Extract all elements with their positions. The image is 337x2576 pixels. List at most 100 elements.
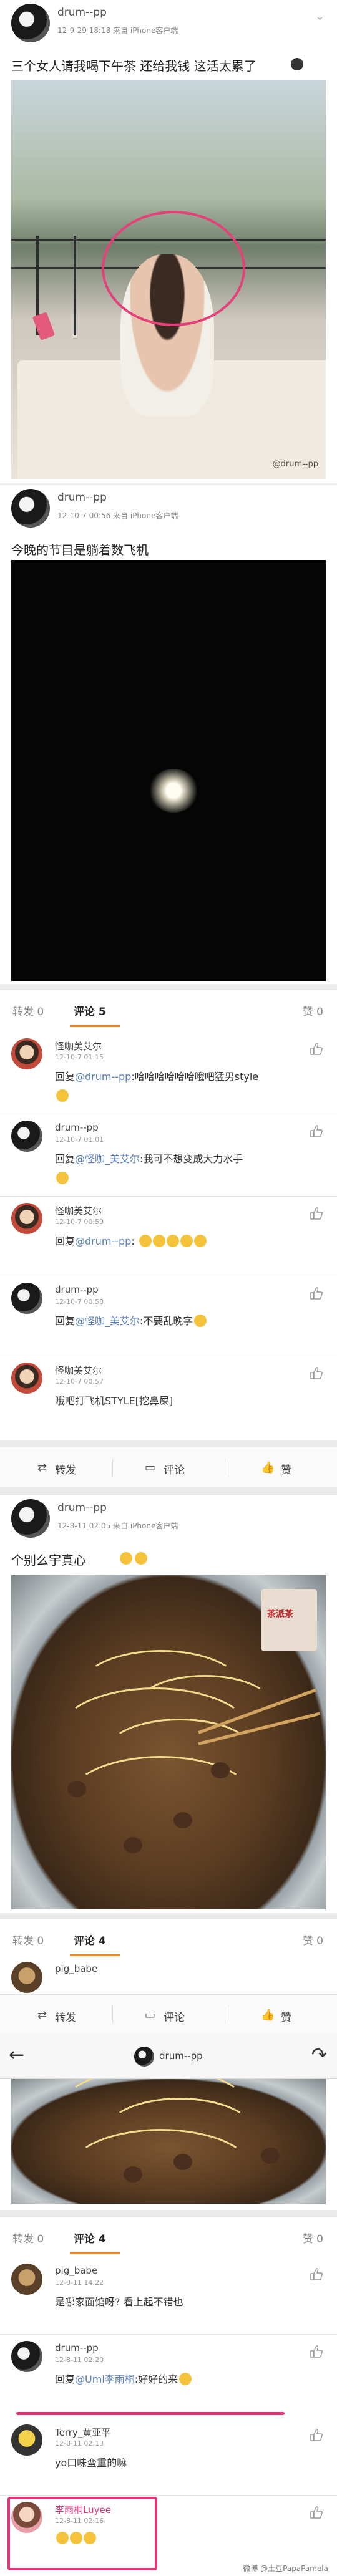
mention-link[interactable]: @怪咖_美艾尔 bbox=[75, 1153, 140, 1165]
thumb-up-icon[interactable] bbox=[310, 2506, 323, 2519]
thumb-up-icon[interactable] bbox=[310, 1207, 323, 1220]
comment-avatar[interactable] bbox=[11, 2424, 42, 2456]
tab-comment[interactable]: 评论 5 bbox=[74, 1003, 106, 1018]
comment-time: 12-10-7 01:15 bbox=[55, 1053, 104, 1061]
post-1: drum--pp 12-9-29 18:18 来自 iPhone客户端 ⌄ 三个… bbox=[0, 0, 337, 483]
post-username[interactable]: drum--pp bbox=[57, 6, 107, 19]
mention-link[interactable]: @drum--pp bbox=[75, 1071, 131, 1083]
comment-text: 回复@drum--pp:哈哈哈哈哈哈哦吧猛男style bbox=[55, 1071, 259, 1083]
comment-time: 12-8-11 02:20 bbox=[55, 2356, 104, 2364]
like-icon[interactable]: 👍 bbox=[261, 2009, 275, 2022]
thumb-up-icon[interactable] bbox=[310, 2345, 323, 2358]
comment-username[interactable]: 怪咖美艾尔 bbox=[55, 1364, 102, 1377]
tab-repost[interactable]: 转发 0 bbox=[12, 1003, 44, 1018]
mention-link[interactable]: @怪咖_美艾尔 bbox=[75, 1315, 140, 1327]
post-photo[interactable] bbox=[11, 560, 326, 981]
comment-avatar[interactable] bbox=[11, 1283, 42, 1314]
post-photo[interactable]: @drum--pp bbox=[11, 80, 326, 479]
thumb-up-icon[interactable] bbox=[310, 1042, 323, 1056]
comment-username[interactable]: Terry_黄亚平 bbox=[55, 2426, 110, 2439]
mention-link[interactable]: @drum--pp bbox=[75, 1235, 131, 1247]
photo-watermark: @drum--pp bbox=[272, 460, 318, 469]
comment-item[interactable]: drum--pp 12-10-7 01:01 回复@怪咖_美艾尔:我可不想变成大… bbox=[0, 1114, 337, 1197]
emoji-icon bbox=[194, 1315, 207, 1327]
mention-link[interactable]: @Uml李雨桐 bbox=[75, 2373, 135, 2385]
post-photo[interactable]: 茶派茶 bbox=[11, 1575, 326, 1909]
comment-avatar[interactable] bbox=[11, 2264, 42, 2295]
comment-username[interactable]: pig_babe bbox=[55, 1963, 97, 1974]
avatar[interactable] bbox=[134, 2047, 154, 2067]
comment-avatar[interactable] bbox=[11, 2341, 42, 2372]
action-bar: ⇄ 转发 ▭ 评论 👍 赞 bbox=[0, 1994, 337, 2034]
post-photo[interactable] bbox=[11, 2079, 326, 2204]
comment-text: 是哪家面馆呀? 看上起不错也 bbox=[55, 2296, 183, 2308]
tab-likes[interactable]: 赞 0 bbox=[303, 1003, 323, 1018]
comment-item[interactable]: drum--pp 12-8-11 02:20 回复@Uml李雨桐:好好的来 bbox=[0, 2335, 337, 2412]
comment-avatar[interactable] bbox=[11, 1038, 42, 1069]
post-text: 个别么宇真心 bbox=[11, 1553, 86, 1568]
comment-avatar[interactable] bbox=[11, 1363, 42, 1394]
emoji-icon bbox=[56, 1172, 69, 1184]
post-meta: 12-9-29 18:18 来自 iPhone客户端 bbox=[57, 26, 178, 35]
post-meta: 12-10-7 00:56 来自 iPhone客户端 bbox=[57, 511, 178, 520]
thumb-up-icon[interactable] bbox=[310, 1124, 323, 1138]
emoji-icon bbox=[152, 1235, 165, 1247]
emoji-icon bbox=[180, 1235, 193, 1247]
avatar[interactable] bbox=[11, 4, 50, 42]
emoji-icon bbox=[139, 1235, 152, 1247]
repost-icon[interactable]: ⇄ bbox=[37, 1461, 47, 1474]
comment-username[interactable]: drum--pp bbox=[55, 1284, 99, 1295]
comment-button[interactable]: 评论 bbox=[164, 2009, 185, 2024]
comment-username[interactable]: drum--pp bbox=[55, 1122, 99, 1133]
tab-bar: 转发 0 评论 4 赞 0 bbox=[0, 2217, 337, 2256]
comment-username[interactable]: 怪咖美艾尔 bbox=[55, 1040, 102, 1053]
comment-text: 回复@drum--pp: bbox=[55, 1233, 207, 1248]
highlight-underline bbox=[16, 2412, 285, 2415]
like-icon[interactable]: 👍 bbox=[261, 1461, 275, 1474]
comment-text: 回复@怪咖_美艾尔:不要乱晚字 bbox=[55, 1313, 207, 1328]
tab-comment[interactable]: 评论 4 bbox=[74, 1932, 106, 1947]
repost-button[interactable]: 转发 bbox=[55, 1461, 76, 1477]
comment-item[interactable]: 怪咖美艾尔 12-10-7 00:59 回复@drum--pp: bbox=[0, 1197, 337, 1276]
comment-avatar[interactable] bbox=[11, 1962, 42, 1993]
thumb-up-icon[interactable] bbox=[310, 2428, 323, 2442]
comment-username[interactable]: drum--pp bbox=[55, 2342, 99, 2353]
thumb-up-icon[interactable] bbox=[310, 1286, 323, 1300]
nav-bar: ← drum--pp ↷ bbox=[0, 2034, 337, 2079]
tab-comment[interactable]: 评论 4 bbox=[74, 2230, 106, 2246]
comment-avatar[interactable] bbox=[11, 1121, 42, 1152]
comment-item[interactable]: drum--pp 12-10-7 00:58 回复@怪咖_美艾尔:不要乱晚字 bbox=[0, 1276, 337, 1356]
smiley-icon bbox=[291, 58, 303, 70]
comment-username[interactable]: pig_babe bbox=[55, 2265, 97, 2276]
comment-icon[interactable]: ▭ bbox=[145, 2009, 155, 2022]
post-username[interactable]: drum--pp bbox=[57, 1502, 107, 1514]
emoji-icon bbox=[193, 1235, 207, 1247]
highlight-box bbox=[7, 2497, 157, 2570]
tab-repost[interactable]: 转发 0 bbox=[12, 2230, 44, 2246]
comment-item[interactable]: 怪咖美艾尔 12-10-7 01:15 回复@drum--pp:哈哈哈哈哈哈哦吧… bbox=[0, 1032, 337, 1114]
comment-icon[interactable]: ▭ bbox=[145, 1461, 155, 1474]
comment-time: 12-8-11 02:13 bbox=[55, 2439, 104, 2448]
avatar[interactable] bbox=[11, 1499, 50, 1538]
repost-button[interactable]: 转发 bbox=[55, 2009, 76, 2024]
comment-item[interactable]: 怪咖美艾尔 12-10-7 00:57 哦吧打飞机STYLE[挖鼻屎] bbox=[0, 1356, 337, 1440]
comment-button[interactable]: 评论 bbox=[164, 1461, 185, 1477]
comment-username[interactable]: 怪咖美艾尔 bbox=[55, 1204, 102, 1217]
thumb-up-icon[interactable] bbox=[310, 2267, 323, 2281]
tab-likes[interactable]: 赞 0 bbox=[303, 1932, 323, 1947]
tab-repost[interactable]: 转发 0 bbox=[12, 1932, 44, 1947]
share-arrow-icon[interactable]: ↷ bbox=[311, 2044, 327, 2066]
post-username[interactable]: drum--pp bbox=[57, 491, 107, 504]
comment-item[interactable]: pig_babe 12-8-11 14:22 是哪家面馆呀? 看上起不错也 bbox=[0, 2257, 337, 2335]
more-icon[interactable]: ⌄ bbox=[315, 10, 325, 23]
like-button[interactable]: 赞 bbox=[281, 2009, 291, 2024]
repost-icon[interactable]: ⇄ bbox=[37, 2009, 47, 2022]
thumb-up-icon[interactable] bbox=[310, 1366, 323, 1380]
avatar[interactable] bbox=[11, 489, 50, 528]
comment-avatar[interactable] bbox=[11, 1203, 42, 1234]
like-button[interactable]: 赞 bbox=[281, 1461, 291, 1477]
comment-text: 回复@怪咖_美艾尔:我可不想变成大力水手 bbox=[55, 1153, 243, 1165]
comment-item[interactable]: Terry_黄亚平 12-8-11 02:13 yo口味蛮重的嘛 bbox=[0, 2418, 337, 2496]
tab-likes[interactable]: 赞 0 bbox=[303, 2230, 323, 2246]
back-arrow-icon[interactable]: ← bbox=[9, 2044, 24, 2066]
